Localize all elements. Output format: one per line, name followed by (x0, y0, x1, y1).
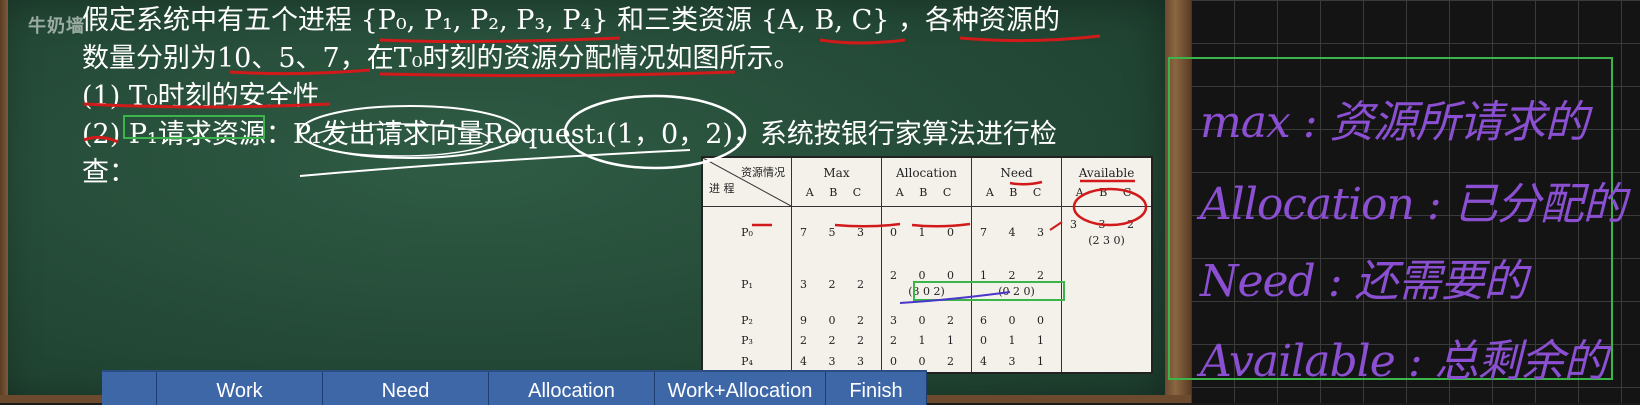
note-need: Need : 还需要的 (1200, 256, 1528, 307)
table-row: P₀ 7 5 3 0 1 0 7 4 3 3 3 2 (2 3 0) (703, 206, 1151, 259)
avail-cell: 3 3 2 (2 3 0) (1061, 206, 1151, 259)
problem-line-3: (1) T₀时刻的安全性 (82, 81, 320, 112)
alloc-cell: 0 1 0 (881, 206, 972, 259)
work-header-allocation: Allocation (489, 372, 655, 405)
need-cell: 7 4 3 (971, 206, 1062, 259)
work-header-finish: Finish (826, 372, 927, 405)
table-row: P₄ 4 3 3 0 0 2 4 3 1 (703, 351, 1151, 372)
avail-cell (1061, 258, 1151, 310)
alloc-cell: 3 0 2 (881, 309, 972, 331)
need-cell: 6 0 0 (971, 309, 1062, 331)
corner-top-label: 资源情况 (741, 166, 785, 179)
resource-allocation-table: 资源情况 进 程 Max A B C Allocation A B C Need… (701, 156, 1153, 374)
problem-line-2: 数量分别为10、5、7，在T₀时刻的资源分配情况如图所示。 (82, 43, 801, 74)
avail-cell (1061, 309, 1151, 331)
max-cell: 3 2 2 (790, 258, 882, 310)
board-frame-left (0, 0, 8, 403)
work-header-need: Need (323, 372, 489, 405)
work-header-work-plus-allocation: Work+Allocation (655, 372, 826, 405)
watermark: 牛奶墙 (28, 16, 85, 37)
work-header-blank (102, 372, 157, 405)
proc-cell: P₁ (741, 277, 753, 291)
note-max: max : 资源所请求的 (1200, 97, 1589, 148)
avail-cell (1061, 330, 1151, 352)
table-row: P₃ 2 2 2 2 1 1 0 1 1 (703, 330, 1151, 352)
table-corner-header: 资源情况 进 程 (703, 158, 792, 207)
alloc-cell: 2 1 1 (881, 330, 972, 352)
header-need: Need A B C (971, 158, 1062, 207)
proc-cell: P₄ (741, 355, 753, 369)
max-cell: 4 3 3 (790, 351, 882, 372)
header-available: Available A B C (1061, 158, 1151, 207)
max-cell: 2 2 2 (790, 330, 882, 352)
need-cell: 4 3 1 (971, 351, 1062, 372)
avail-cell (1061, 351, 1151, 372)
max-cell: 7 5 3 (790, 206, 882, 259)
need-cell: 1 2 2 (0 2 0) (971, 258, 1062, 310)
problem-line-4: (2) P₁请求资源：P₁发出请求向量Request₁(1，0，2)，系统按银行… (82, 119, 1057, 150)
work-header-work: Work (157, 372, 323, 405)
header-allocation: Allocation A B C (881, 158, 972, 207)
proc-cell: P₃ (741, 334, 753, 348)
proc-cell: P₀ (741, 226, 753, 240)
work-table-header: Work Need Allocation Work+Allocation Fin… (102, 370, 927, 405)
alloc-cell: 2 0 0 (3 0 2) (881, 258, 972, 310)
proc-cell: P₂ (741, 313, 753, 327)
table-row: P₂ 9 0 2 3 0 2 6 0 0 (703, 309, 1151, 331)
note-available: Available : 总剩余的 (1200, 336, 1608, 387)
max-cell: 9 0 2 (790, 309, 882, 331)
table-row: P₁ 3 2 2 2 0 0 (3 0 2) 1 2 2 (0 2 0) (703, 258, 1151, 310)
header-max: Max A B C (790, 158, 882, 207)
corner-bottom-label: 进 程 (709, 182, 735, 195)
alloc-cell: 0 0 2 (881, 351, 972, 372)
need-cell: 0 1 1 (971, 330, 1062, 352)
problem-line-1: 假定系统中有五个进程 {P₀, P₁, P₂, P₃, P₄} 和三类资源 {A… (82, 5, 1060, 36)
note-allocation: Allocation : 已分配的 (1200, 179, 1627, 230)
